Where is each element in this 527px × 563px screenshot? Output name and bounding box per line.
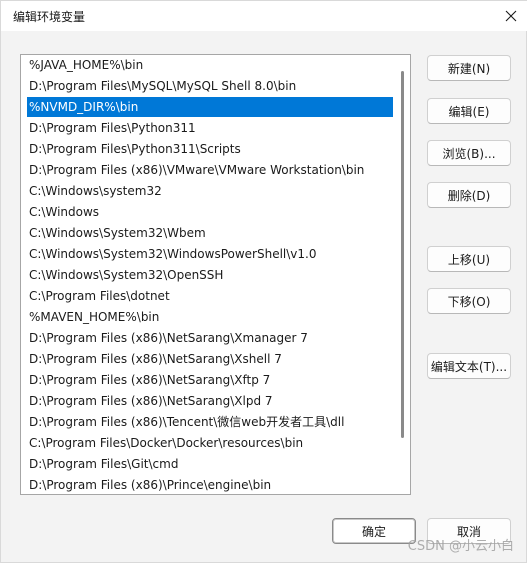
- new-button[interactable]: 新建(N): [427, 55, 511, 81]
- list-item-selected[interactable]: %NVMD_DIR%\bin: [27, 97, 393, 117]
- list-item[interactable]: C:\Windows\System32\WindowsPowerShell\v1…: [27, 244, 393, 264]
- list-item[interactable]: D:\Program Files\Python311: [27, 118, 393, 138]
- list-item[interactable]: C:\Windows: [27, 202, 393, 222]
- list-item[interactable]: C:\Windows\System32\Wbem: [27, 223, 393, 243]
- list-item[interactable]: D:\Program Files (x86)\NetSarang\Xshell …: [27, 349, 393, 369]
- edit-env-var-dialog: 编辑环境变量 %JAVA_HOME%\bin D:\Program Files\…: [0, 0, 527, 563]
- list-item[interactable]: D:\Program Files (x86)\VMware\VMware Wor…: [27, 160, 393, 180]
- close-icon: [505, 10, 517, 22]
- list-item[interactable]: C:\Windows\system32: [27, 181, 393, 201]
- list-item[interactable]: %JAVA_HOME%\bin: [27, 55, 393, 75]
- move-up-button[interactable]: 上移(U): [427, 246, 511, 272]
- scrollbar-thumb[interactable]: [401, 71, 404, 438]
- list-item[interactable]: %MAVEN_HOME%\bin: [27, 307, 393, 327]
- list-item[interactable]: D:\Program Files\Git\cmd: [27, 454, 393, 474]
- list-item[interactable]: C:\Program Files\Docker\Docker\resources…: [27, 433, 393, 453]
- window-title: 编辑环境变量: [13, 10, 86, 24]
- title-bar: 编辑环境变量: [1, 1, 527, 31]
- list-item[interactable]: D:\Program Files (x86)\Prince\engine\bin: [27, 475, 393, 494]
- browse-button[interactable]: 浏览(B)...: [427, 140, 511, 166]
- list-item[interactable]: D:\Program Files\Python311\Scripts: [27, 139, 393, 159]
- list-item[interactable]: D:\Program Files (x86)\Tencent\微信web开发者工…: [27, 412, 393, 432]
- edit-text-button[interactable]: 编辑文本(T)...: [427, 353, 511, 379]
- path-list[interactable]: %JAVA_HOME%\bin D:\Program Files\MySQL\M…: [20, 54, 411, 495]
- move-down-button[interactable]: 下移(O): [427, 288, 511, 314]
- list-item[interactable]: D:\Program Files (x86)\NetSarang\Xlpd 7: [27, 391, 393, 411]
- cancel-button[interactable]: 取消: [427, 518, 511, 544]
- delete-button[interactable]: 删除(D): [427, 182, 511, 208]
- close-button[interactable]: [500, 5, 522, 27]
- list-item[interactable]: D:\Program Files (x86)\NetSarang\Xftp 7: [27, 370, 393, 390]
- list-item[interactable]: C:\Windows\System32\OpenSSH: [27, 265, 393, 285]
- edit-button[interactable]: 编辑(E): [427, 98, 511, 124]
- list-item[interactable]: D:\Program Files\MySQL\MySQL Shell 8.0\b…: [27, 76, 393, 96]
- list-item[interactable]: D:\Program Files (x86)\NetSarang\Xmanage…: [27, 328, 393, 348]
- list-item[interactable]: C:\Program Files\dotnet: [27, 286, 393, 306]
- ok-button[interactable]: 确定: [332, 518, 416, 544]
